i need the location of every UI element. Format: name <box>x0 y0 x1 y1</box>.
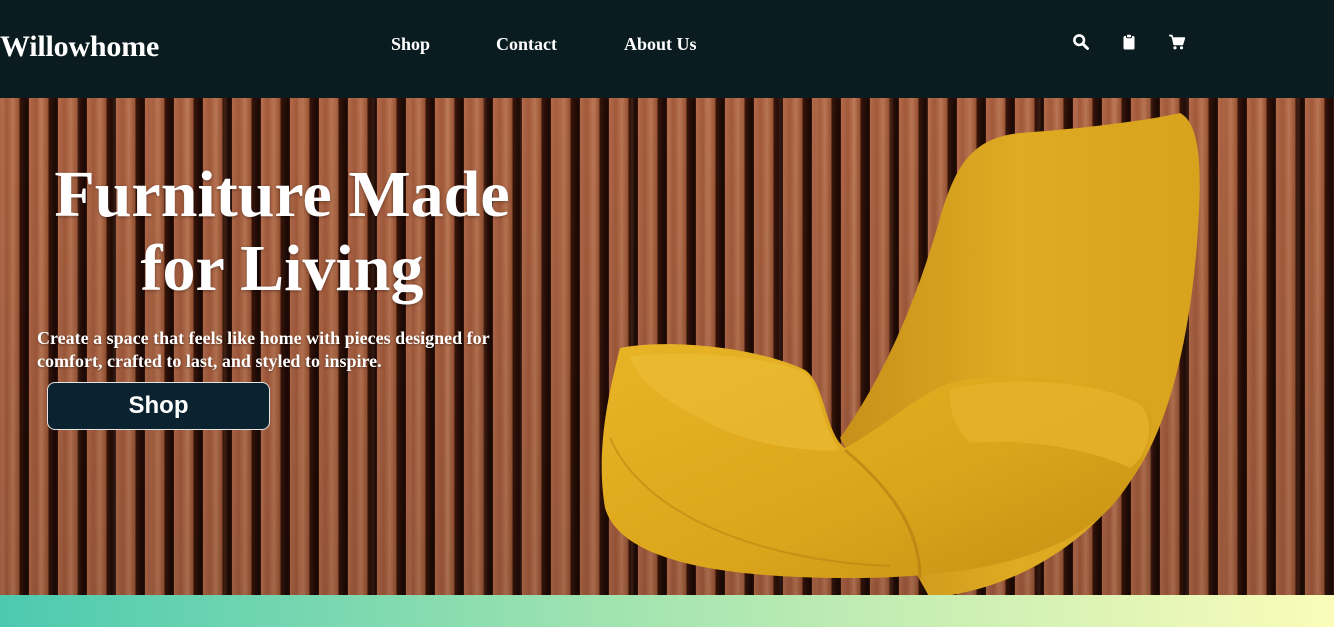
gradient-footer-strip <box>0 595 1334 627</box>
nav-link-shop[interactable]: Shop <box>391 34 430 55</box>
navbar: Willowhome Shop Contact About Us <box>0 0 1334 98</box>
hero-title: Furniture Made for Living <box>32 158 532 306</box>
hero-title-line-2: for Living <box>140 232 424 305</box>
search-icon[interactable] <box>1072 33 1090 51</box>
hero-title-line-1: Furniture Made <box>54 158 510 231</box>
chair-image <box>601 113 1200 595</box>
brand-logo[interactable]: Willowhome <box>0 30 159 64</box>
hero-subtitle: Create a space that feels like home with… <box>37 328 490 371</box>
cart-icon[interactable] <box>1168 33 1186 51</box>
hero-banner: Furniture Made for Living Create a space… <box>0 98 1334 595</box>
nav-link-about-us[interactable]: About Us <box>624 34 697 55</box>
nav-link-contact[interactable]: Contact <box>496 34 557 55</box>
shop-button[interactable]: Shop <box>47 382 270 430</box>
clipboard-icon[interactable] <box>1120 33 1138 51</box>
